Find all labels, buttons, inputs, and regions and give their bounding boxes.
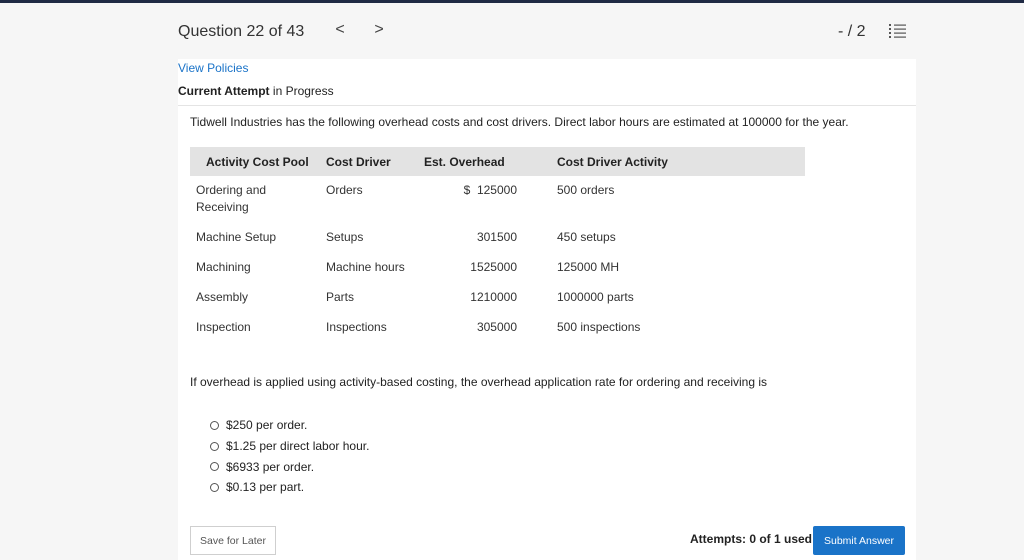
- cell-overhead: 301500: [476, 230, 517, 244]
- question-header: Question 22 of 43 < > - / 2: [0, 3, 1024, 59]
- submit-answer-button[interactable]: Submit Answer: [813, 526, 905, 555]
- column-header-activity: Activity Cost Pool: [190, 147, 320, 176]
- cell-pool: Machine Setup: [196, 230, 277, 244]
- question-prompt: If overhead is applied using activity-ba…: [190, 375, 768, 389]
- radio-button[interactable]: [210, 441, 219, 451]
- cell-overhead: 1525000: [470, 260, 517, 274]
- divider: [178, 105, 916, 106]
- attempt-status: Current Attempt in Progress: [178, 84, 334, 98]
- answer-option-2[interactable]: $1.25 per direct labor hour.: [210, 436, 369, 457]
- cell-overhead: 1210000: [470, 290, 517, 304]
- answer-option-1[interactable]: $250 per order.: [210, 415, 369, 436]
- cell-driver: Parts: [326, 290, 355, 304]
- attempt-status-rest: in Progress: [269, 84, 334, 98]
- save-for-later-button[interactable]: Save for Later: [190, 526, 276, 555]
- cell-pool: Machining: [196, 260, 251, 274]
- table-row: Inspection Inspections 305000 500 inspec…: [190, 313, 805, 343]
- radio-button[interactable]: [210, 420, 219, 430]
- cell-driver: Inspections: [326, 320, 387, 334]
- option-label: $250 per order.: [226, 418, 308, 433]
- table-row: Machine Setup Setups 301500 450 setups: [190, 223, 805, 253]
- cell-overhead: $ 125000: [463, 183, 517, 197]
- option-label: $6933 per order.: [226, 459, 315, 474]
- column-header-overhead: Est. Overhead: [418, 147, 523, 176]
- answer-option-4[interactable]: $0.13 per part.: [210, 477, 369, 498]
- option-label: $0.13 per part.: [226, 480, 305, 495]
- radio-button[interactable]: [210, 462, 219, 472]
- cell-activity: 500 orders: [557, 183, 615, 197]
- cell-pool: Inspection: [196, 320, 251, 334]
- score-display: - / 2: [838, 23, 866, 40]
- cell-driver: Machine hours: [326, 260, 405, 274]
- table-header-row: Activity Cost Pool Cost Driver Est. Over…: [190, 147, 805, 176]
- view-policies-link[interactable]: View Policies: [178, 61, 248, 75]
- cell-driver: Orders: [326, 183, 363, 197]
- column-header-activity-level: Cost Driver Activity: [523, 147, 805, 176]
- table-row: Ordering and Receiving Orders $ 125000 5…: [190, 176, 805, 223]
- table-row: Assembly Parts 1210000 1000000 parts: [190, 283, 805, 313]
- answer-options: $250 per order. $1.25 per direct labor h…: [210, 415, 369, 498]
- question-content: View Policies Current Attempt in Progres…: [178, 59, 916, 560]
- radio-button[interactable]: [210, 482, 219, 492]
- cell-pool: Assembly: [196, 290, 249, 304]
- cell-activity: 1000000 parts: [557, 290, 634, 304]
- answer-option-3[interactable]: $6933 per order.: [210, 456, 369, 477]
- cost-table: Activity Cost Pool Cost Driver Est. Over…: [190, 147, 805, 343]
- cell-activity: 450 setups: [557, 230, 616, 244]
- cell-pool: Ordering and Receiving: [196, 183, 267, 214]
- option-label: $1.25 per direct labor hour.: [226, 439, 370, 454]
- next-question-button[interactable]: >: [371, 21, 387, 39]
- cell-driver: Setups: [326, 230, 364, 244]
- question-title: Question 22 of 43: [178, 23, 305, 40]
- cell-activity: 500 inspections: [557, 320, 641, 334]
- previous-question-button[interactable]: <: [332, 21, 348, 39]
- cell-overhead: 305000: [476, 320, 517, 334]
- column-header-driver: Cost Driver: [320, 147, 418, 176]
- attempt-status-bold: Current Attempt: [178, 84, 270, 98]
- question-text: Tidwell Industries has the following ove…: [190, 115, 849, 129]
- table-row: Machining Machine hours 1525000 125000 M…: [190, 253, 805, 283]
- cell-activity: 125000 MH: [557, 260, 620, 274]
- attempts-counter: Attempts: 0 of 1 used: [690, 532, 813, 546]
- question-list-icon[interactable]: [889, 23, 907, 39]
